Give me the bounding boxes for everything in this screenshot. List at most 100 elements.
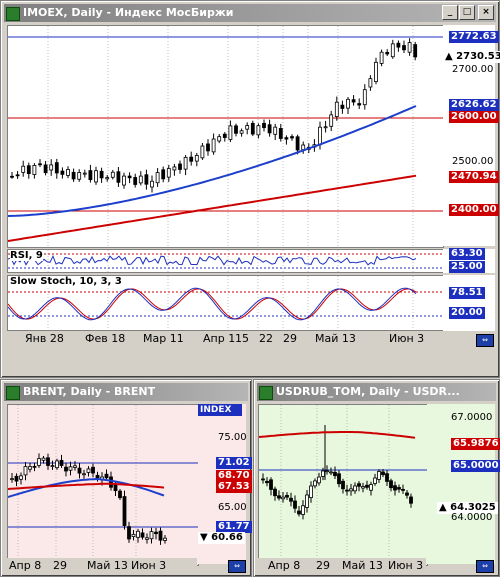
candle <box>91 466 95 474</box>
usdrub-titlebar[interactable]: USDRUB_TOM, Daily - USDR... <box>257 383 496 401</box>
date-axis: Янв 28 Фев 18 Мар 11 Апр 1 15 22 29 Май … <box>7 331 442 347</box>
stoch-tag-level: 20.00 <box>449 307 485 319</box>
price-pane[interactable] <box>7 25 444 248</box>
sync-button[interactable]: ⇔ <box>228 560 246 573</box>
price-tag-high: 2772.63 <box>449 31 499 43</box>
candle <box>46 457 50 466</box>
candle <box>161 169 166 180</box>
candle <box>301 505 305 515</box>
candle <box>325 470 329 473</box>
candle <box>239 130 244 134</box>
candle <box>273 126 278 135</box>
candle <box>297 510 301 515</box>
candle <box>362 89 367 106</box>
chart-window-icon <box>6 386 20 400</box>
stoch-d-line <box>8 287 417 321</box>
imoex-titlebar[interactable]: IMOEX, Daily - Индекс МосБиржи _ □ × <box>4 4 496 22</box>
candle <box>155 172 160 184</box>
candle <box>393 485 397 491</box>
candle <box>10 478 14 481</box>
candle <box>293 500 297 509</box>
candle <box>49 164 54 171</box>
candle <box>19 475 23 480</box>
stoch-pane[interactable]: Slow Stoch, 10, 3, 3 <box>7 275 444 331</box>
sync-button[interactable]: ⇔ <box>476 560 494 573</box>
candle <box>321 470 325 477</box>
rsi-pane[interactable]: RSI, 9 <box>7 249 444 273</box>
candle <box>77 467 82 474</box>
brent-price-scale: INDEX 75.00 65.00 71.02 68.70 67.53 61.7… <box>198 404 252 564</box>
candle <box>54 162 59 174</box>
candle <box>86 468 91 473</box>
candle <box>122 175 126 186</box>
candle <box>273 488 277 497</box>
candle <box>329 471 333 474</box>
candle <box>60 170 65 175</box>
candle <box>295 136 300 151</box>
stoch-scale: 78.51 20.00 <box>443 275 495 331</box>
candle <box>262 122 266 129</box>
candle <box>136 530 140 538</box>
price-tag-level: 2600.00 <box>449 111 499 123</box>
date-label: Июн 3 <box>131 559 167 572</box>
price-tag-last: ▲ 2730.53 <box>443 51 500 63</box>
candle <box>250 122 255 135</box>
candle <box>301 144 306 151</box>
date-label: Апр 8 <box>268 559 301 572</box>
candle <box>317 476 321 484</box>
maximize-button[interactable]: □ <box>459 5 475 20</box>
candle <box>256 125 261 136</box>
ma-line <box>259 431 416 439</box>
candle <box>365 484 369 488</box>
candle <box>228 125 233 140</box>
brent-price-pane[interactable] <box>7 404 199 566</box>
date-axis: Апр 8 29 Май 13 Июн 3 <box>258 558 426 572</box>
candle <box>313 480 317 487</box>
usdrub-price-pane[interactable] <box>258 404 428 566</box>
candle <box>381 471 385 476</box>
candle <box>166 168 171 178</box>
candle <box>77 172 82 180</box>
candle <box>265 480 269 484</box>
candle <box>32 465 37 468</box>
candle <box>340 104 345 109</box>
candle <box>353 485 357 492</box>
candle <box>73 465 77 468</box>
candle <box>389 480 393 489</box>
window-title: IMOEX, Daily - Индекс МосБиржи <box>23 6 234 19</box>
date-label: Май 13 <box>315 332 356 345</box>
minimize-button[interactable]: _ <box>442 5 458 20</box>
candle <box>99 170 104 179</box>
date-label: Июн 3 <box>389 332 425 345</box>
price-scale: 2700.00 2500.00 2772.63 ▲ 2730.53 2626.6… <box>443 25 500 246</box>
brent-window[interactable]: BRENT, Daily - BRENT INDEX 75.00 65.00 7… <box>0 379 252 577</box>
candle <box>309 485 313 498</box>
usdrub-candlestick-chart <box>259 405 427 565</box>
price-tag: 65.9876 <box>451 438 500 450</box>
date-label: 29 <box>53 559 67 572</box>
usdrub-window[interactable]: USDRUB_TOM, Daily - USDR... 67.0000 65.9… <box>253 379 500 577</box>
candle <box>261 478 265 481</box>
candle <box>133 177 138 185</box>
window-title: BRENT, Daily - BRENT <box>23 385 156 398</box>
candle <box>377 471 381 480</box>
candle <box>64 466 68 472</box>
sync-button[interactable]: ⇔ <box>476 334 494 347</box>
candle <box>21 165 26 173</box>
candle <box>110 171 115 178</box>
candle <box>38 163 42 166</box>
candle <box>28 466 32 470</box>
date-label: Мар 11 <box>143 332 184 345</box>
candle <box>401 488 405 491</box>
imoex-window[interactable]: IMOEX, Daily - Индекс МосБиржи _ □ × 270… <box>0 0 500 378</box>
candle <box>131 533 136 537</box>
close-button[interactable]: × <box>478 5 494 20</box>
usdrub-price-scale: 67.0000 65.9876 65.0000 ▲ 64.3025 64.000… <box>427 404 500 564</box>
candle <box>397 487 401 490</box>
date-label: 15 <box>235 332 249 345</box>
candle <box>105 177 110 180</box>
brent-titlebar[interactable]: BRENT, Daily - BRENT <box>4 383 248 401</box>
candle <box>172 166 177 171</box>
rsi-tag-level: 25.00 <box>449 261 485 273</box>
candle <box>245 125 250 130</box>
